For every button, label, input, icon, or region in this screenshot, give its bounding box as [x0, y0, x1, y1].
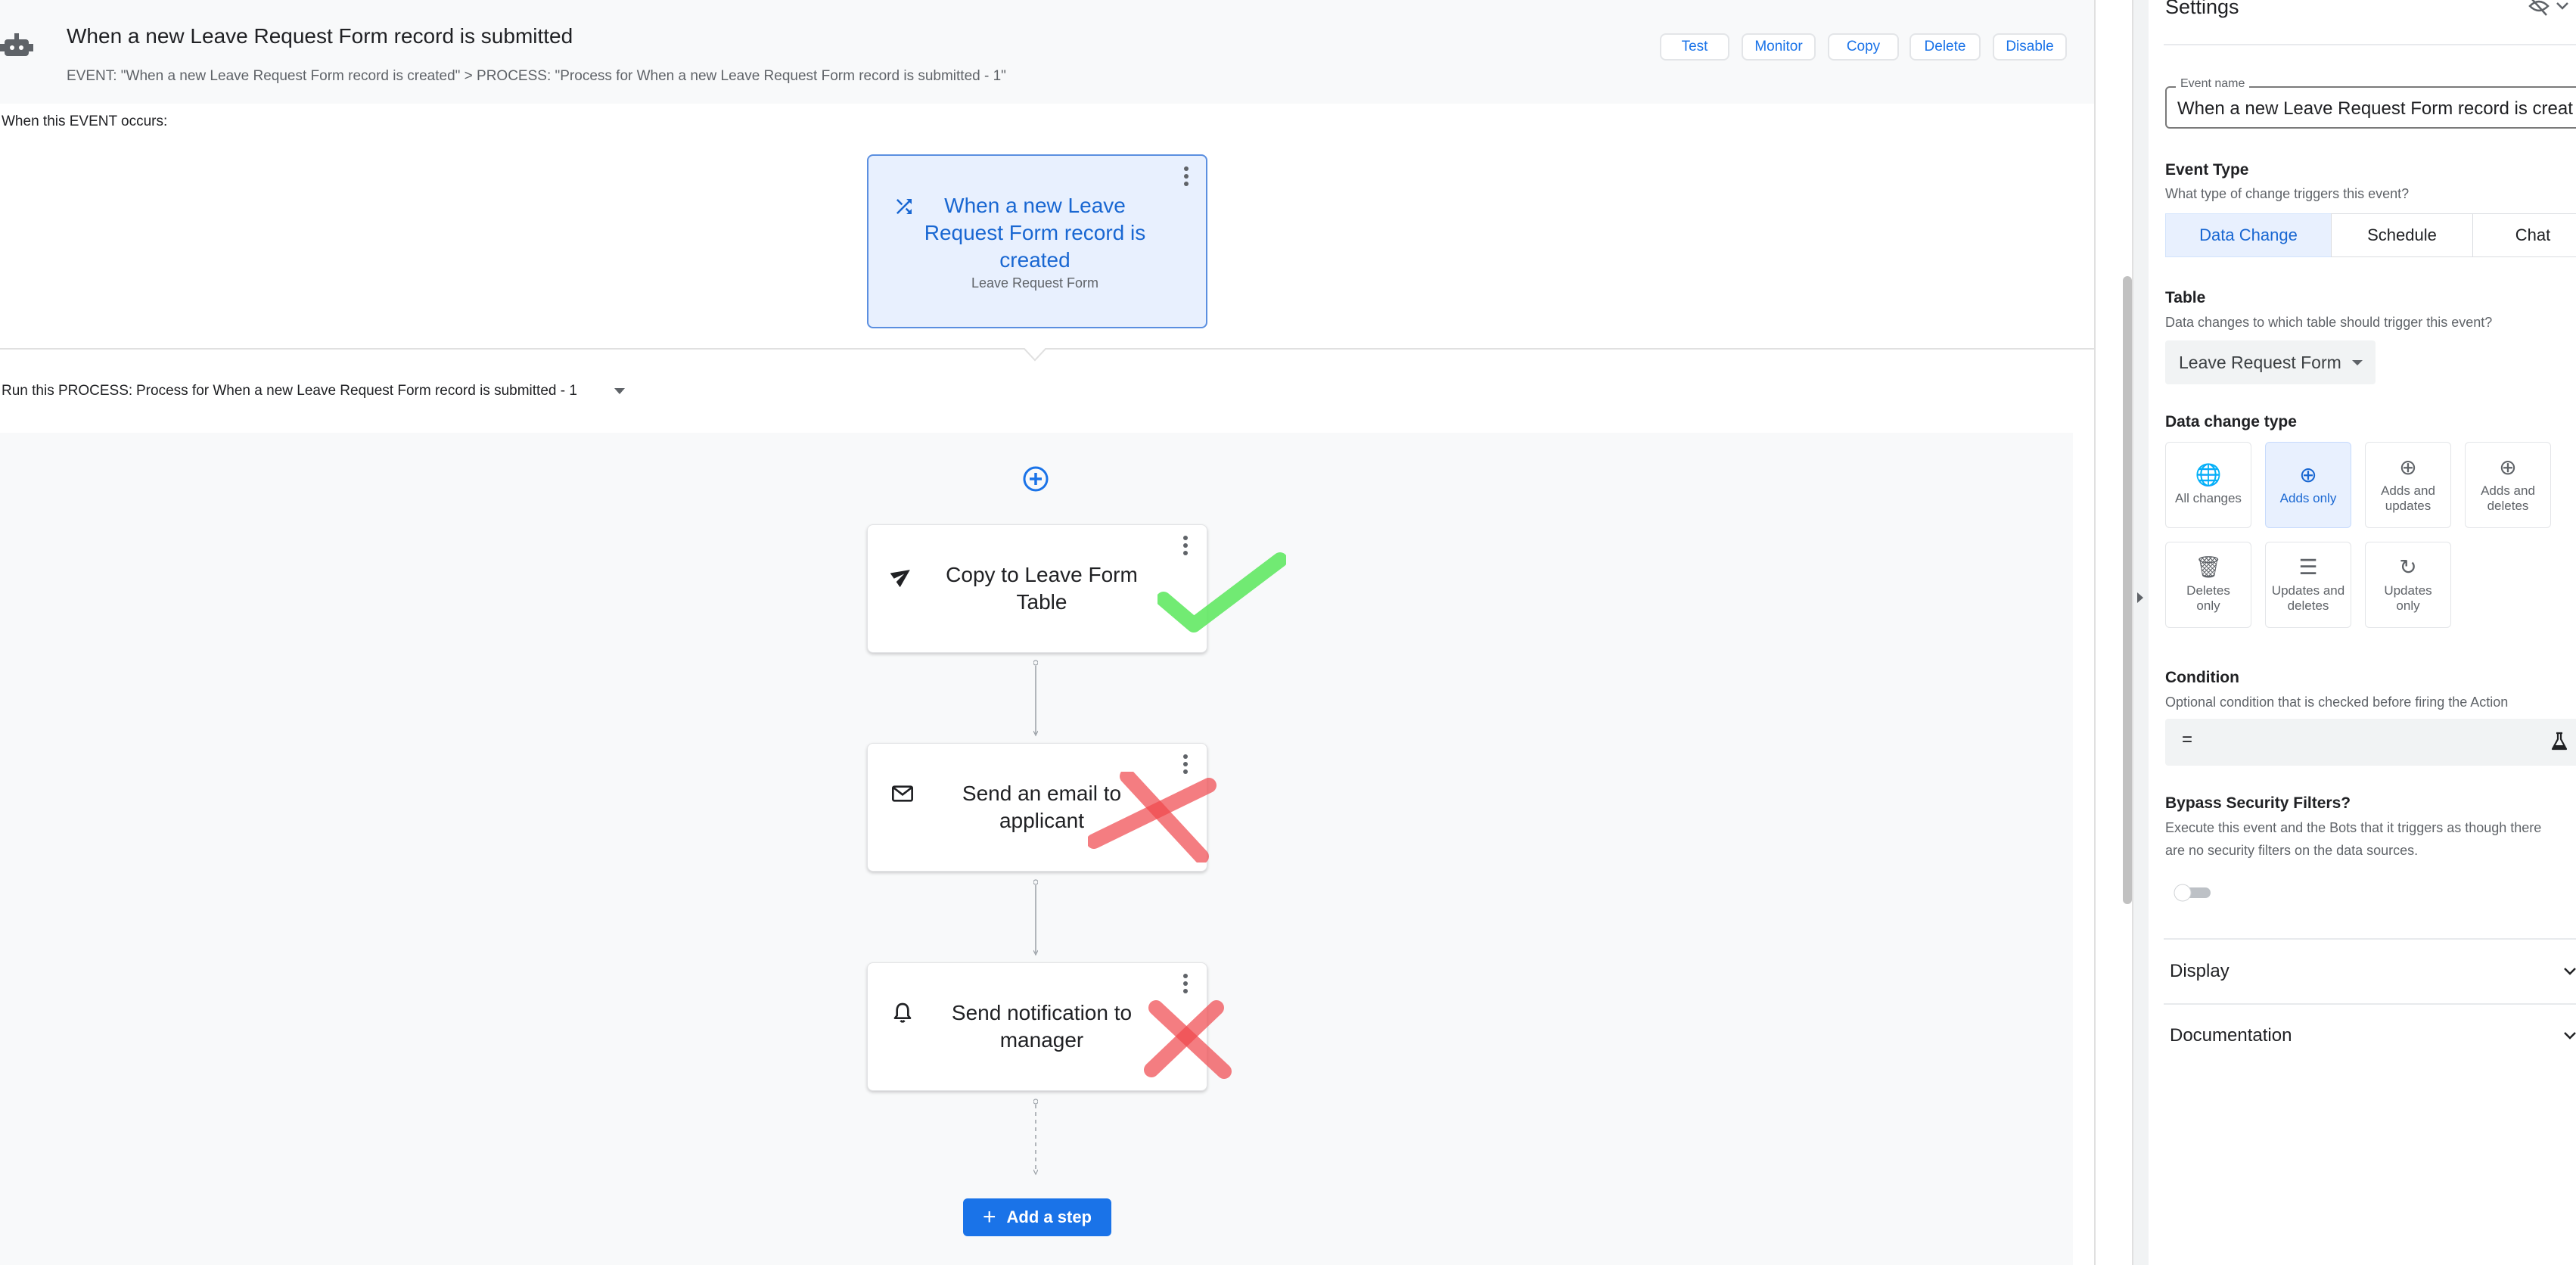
flask-icon[interactable] [2550, 731, 2569, 752]
panel-collapse-handle[interactable] [2132, 0, 2149, 1265]
settings-panel: Settings Event name When a new Leave Req… [2149, 0, 2576, 1265]
condition-input[interactable] [2165, 719, 2576, 766]
event-card[interactable]: When a new Leave Request Form record is … [867, 154, 1207, 328]
dct-adds-and-deletes[interactable]: ⊕ Adds and deletes [2465, 442, 2551, 528]
dct-updates-and-deletes[interactable]: ☰ Updates and deletes [2265, 542, 2351, 628]
event-type-chat[interactable]: Chat [2472, 213, 2576, 257]
scrollbar[interactable] [2123, 276, 2132, 904]
bypass-title: Bypass Security Filters? [2165, 794, 2351, 812]
connector [1033, 660, 1038, 737]
divider [2164, 44, 2576, 45]
breadcrumb: EVENT: "When a new Leave Request Form re… [67, 68, 1006, 84]
data-change-type-title: Data change type [2165, 413, 2297, 430]
dct-deletes-only[interactable]: 🗑 Deletes only [2165, 542, 2251, 628]
dct-label: All changes [2175, 491, 2242, 505]
plus-icon: + [983, 1204, 996, 1229]
add-circle-icon: ⊕ [2299, 463, 2317, 486]
dct-label: Adds and deletes [2481, 483, 2535, 513]
step-label: Copy to Leave Form Table [946, 563, 1138, 614]
shuffle-icon [896, 199, 912, 214]
dct-updates-only[interactable]: ↻ Updates only [2365, 542, 2451, 628]
green-check-mark [1157, 552, 1286, 632]
monitor-button[interactable]: Monitor [1742, 33, 1816, 61]
bypass-subtitle-line-2: are no security filters on the data sour… [2165, 843, 2419, 858]
hide-panel-icon[interactable] [2527, 0, 2576, 18]
refresh-icon: ↻ [2399, 555, 2417, 579]
table-select[interactable]: Leave Request Form [2165, 340, 2376, 384]
divider [0, 348, 2094, 350]
divider [2164, 938, 2576, 940]
settings-title: Settings [2165, 0, 2239, 18]
chevron-down-icon[interactable] [2563, 967, 2576, 976]
documentation-accordion[interactable]: Documentation [2170, 1025, 2292, 1046]
connector [1033, 879, 1038, 956]
dct-adds-and-updates[interactable]: ⊕ Adds and updates [2365, 442, 2451, 528]
add-update-icon: ⊕ [2399, 455, 2417, 479]
delete-button[interactable]: Delete [1909, 33, 1981, 61]
connector-dashed [1033, 1099, 1038, 1176]
dct-label: Updates only [2384, 583, 2432, 613]
dct-label: Deletes only [2186, 583, 2230, 613]
table-title: Table [2165, 289, 2206, 306]
condition-title: Condition [2165, 669, 2239, 686]
event-card-title: When a new Leave Request Form record is … [924, 194, 1146, 272]
event-card-subtitle: Leave Request Form [971, 275, 1099, 291]
event-type-subtitle: What type of change triggers this event? [2165, 186, 2410, 201]
chevron-right-icon[interactable] [2135, 590, 2146, 605]
bypass-toggle[interactable] [2173, 881, 2215, 903]
step-more-icon[interactable] [1178, 971, 1193, 996]
add-step-label: Add a step [1006, 1208, 1092, 1226]
bypass-subtitle-line-1: Execute this event and the Bots that it … [2165, 820, 2542, 835]
trash-icon: 🗑 [2195, 555, 2222, 579]
condition-subtitle: Optional condition that is checked befor… [2165, 695, 2509, 710]
send-icon [890, 570, 910, 587]
event-section-label: When this EVENT occurs: [2, 113, 168, 129]
chevron-down-icon[interactable] [613, 386, 626, 396]
event-type-data-change[interactable]: Data Change [2165, 213, 2332, 257]
event-type-title: Event Type [2165, 161, 2249, 179]
step-label: Send notification to manager [951, 1001, 1133, 1052]
event-type-schedule[interactable]: Schedule [2331, 213, 2473, 257]
event-name-value[interactable]: When a new Leave Request Form record is … [2177, 98, 2573, 120]
dct-all-changes[interactable]: 🌐 All changes [2165, 442, 2251, 528]
condition-value[interactable]: = [2182, 729, 2192, 751]
table-select-value: Leave Request Form [2179, 352, 2341, 372]
add-step-button[interactable]: + Add a step [963, 1198, 1111, 1236]
red-x-mark [1088, 772, 1217, 862]
event-name-label: Event name [2176, 77, 2250, 91]
bot-icon [0, 33, 33, 56]
display-accordion[interactable]: Display [2170, 961, 2230, 982]
page-title: When a new Leave Request Form record is … [67, 24, 573, 48]
dct-label: Updates and deletes [2271, 583, 2345, 613]
page-header: When a new Leave Request Form record is … [0, 0, 2094, 104]
process-label: Run this PROCESS: [2, 383, 133, 399]
dct-label: Adds and updates [2381, 483, 2435, 513]
test-button[interactable]: Test [1660, 33, 1729, 61]
add-delete-icon: ⊕ [2499, 455, 2517, 479]
process-name[interactable]: Process for When a new Leave Request For… [136, 383, 577, 399]
globe-icon: 🌐 [2195, 463, 2222, 486]
caret-down-icon [2351, 359, 2363, 365]
dct-adds-only[interactable]: ⊕ Adds only [2265, 442, 2351, 528]
add-circle-icon[interactable] [1022, 465, 1049, 493]
update-delete-icon: ☰ [2298, 555, 2318, 579]
red-x-mark [1144, 1000, 1232, 1079]
event-more-icon[interactable] [1179, 163, 1194, 189]
bell-icon [893, 1002, 912, 1023]
disable-button[interactable]: Disable [1993, 33, 2067, 61]
table-subtitle: Data changes to which table should trigg… [2165, 315, 2493, 330]
email-icon [892, 785, 913, 802]
panel-divider [2094, 0, 2096, 1265]
divider [2164, 1003, 2576, 1005]
dct-label: Adds only [2279, 491, 2337, 505]
step-card[interactable]: Copy to Leave Form Table [867, 524, 1207, 653]
copy-button[interactable]: Copy [1828, 33, 1899, 61]
pointer-notch [1024, 348, 1046, 362]
chevron-down-icon[interactable] [2563, 1031, 2576, 1040]
